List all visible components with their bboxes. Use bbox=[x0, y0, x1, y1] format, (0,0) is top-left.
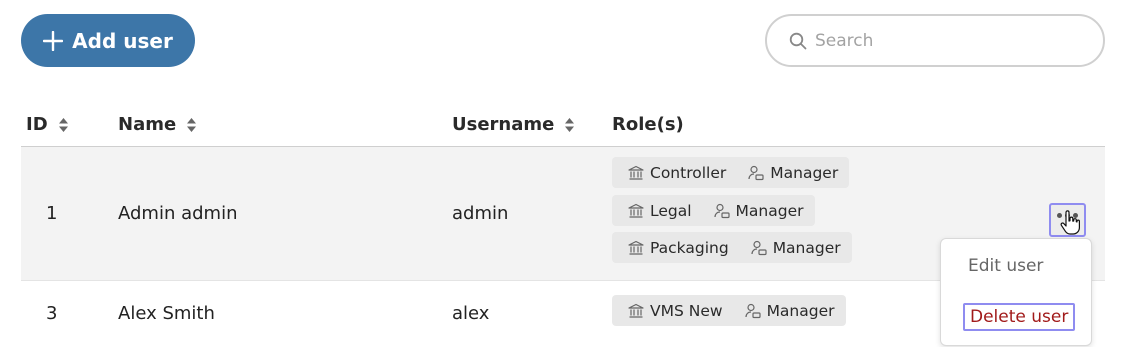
building-icon bbox=[628, 240, 644, 255]
role-name: Manager bbox=[766, 301, 835, 320]
role-chip: Packaging Manager bbox=[612, 232, 852, 263]
add-user-label: Add user bbox=[72, 28, 173, 53]
role-chip: VMS New Manager bbox=[612, 295, 846, 326]
role-org: Packaging bbox=[650, 238, 729, 257]
plus-icon bbox=[43, 30, 64, 51]
sort-icon[interactable] bbox=[58, 117, 69, 133]
column-header-label: ID bbox=[26, 114, 48, 135]
row-id: 1 bbox=[46, 203, 58, 224]
add-user-button[interactable]: Add user bbox=[21, 14, 195, 67]
row-name: Admin admin bbox=[118, 203, 238, 224]
building-icon bbox=[628, 203, 644, 218]
user-role-icon bbox=[744, 303, 761, 318]
delete-user-menu-item[interactable]: Delete user bbox=[963, 303, 1076, 331]
search-icon bbox=[789, 32, 807, 49]
user-role-icon bbox=[748, 165, 764, 180]
user-role-icon bbox=[713, 203, 730, 218]
role-org: VMS New bbox=[650, 301, 723, 320]
column-header-label: Name bbox=[118, 114, 177, 135]
column-header-username[interactable]: Username bbox=[452, 114, 575, 135]
column-header-label: Role(s) bbox=[612, 114, 684, 135]
column-header-label: Username bbox=[452, 114, 555, 135]
role-name: Manager bbox=[735, 201, 804, 220]
sort-icon[interactable] bbox=[564, 117, 575, 133]
role-chip: Controller Manager bbox=[612, 157, 850, 188]
user-role-icon bbox=[751, 240, 767, 255]
building-icon bbox=[628, 165, 644, 180]
role-org: Legal bbox=[650, 201, 692, 220]
edit-user-menu-item[interactable]: Edit user bbox=[968, 256, 1043, 276]
row-username: admin bbox=[452, 203, 509, 224]
column-header-id[interactable]: ID bbox=[26, 114, 69, 135]
role-org: Controller bbox=[650, 163, 727, 182]
row-actions-menu: Edit user Delete user bbox=[940, 238, 1092, 346]
row-id: 3 bbox=[46, 303, 58, 324]
search-box[interactable] bbox=[765, 14, 1105, 67]
role-chip: Legal Manager bbox=[612, 195, 815, 226]
table-header: ID Name Username Role(s) bbox=[0, 114, 1135, 140]
building-icon bbox=[628, 303, 644, 318]
column-header-roles: Role(s) bbox=[612, 114, 684, 135]
column-header-name[interactable]: Name bbox=[118, 114, 197, 135]
role-name: Manager bbox=[772, 238, 841, 257]
role-name: Manager bbox=[770, 163, 839, 182]
row-username: alex bbox=[452, 303, 490, 324]
row-name: Alex Smith bbox=[118, 303, 215, 324]
sort-icon[interactable] bbox=[186, 117, 197, 133]
hand-cursor-icon bbox=[1060, 210, 1080, 235]
search-input[interactable] bbox=[815, 30, 1075, 51]
